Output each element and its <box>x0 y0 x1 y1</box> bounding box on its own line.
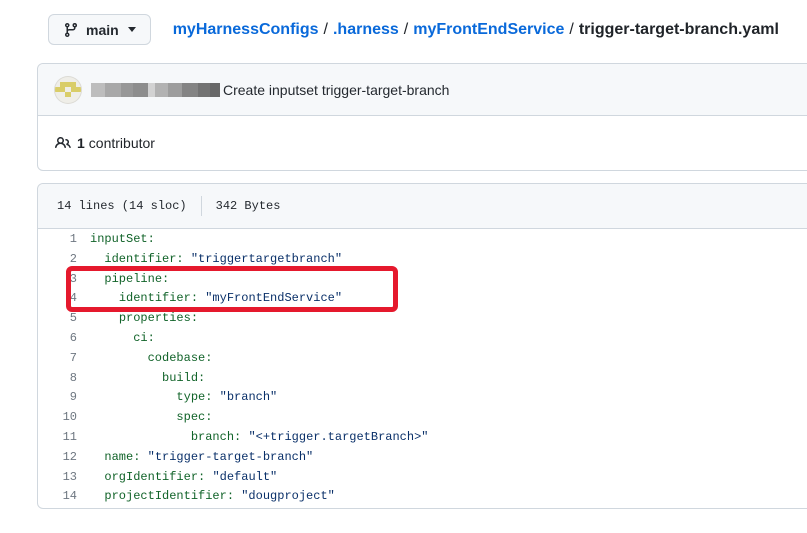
line-number[interactable]: 3 <box>38 270 77 290</box>
branch-selector-button[interactable]: main <box>48 14 151 45</box>
file-size-info: 342 Bytes <box>216 199 281 213</box>
line-number[interactable]: 11 <box>38 428 77 448</box>
code-line-text: name: "trigger-target-branch" <box>77 448 313 468</box>
code-line: 14 projectIdentifier: "dougproject" <box>38 487 807 507</box>
line-number[interactable]: 9 <box>38 388 77 408</box>
contributors-row[interactable]: 1 contributor <box>38 116 807 170</box>
commit-author-avatar[interactable] <box>54 76 82 104</box>
line-number[interactable]: 7 <box>38 349 77 369</box>
code-line: 9 type: "branch" <box>38 388 807 408</box>
line-number[interactable]: 4 <box>38 289 77 309</box>
code-line-text: properties: <box>77 309 198 329</box>
breadcrumb-link-service-folder[interactable]: myFrontEndService <box>413 21 564 39</box>
breadcrumb-separator: / <box>319 21 333 39</box>
commit-author-name-redacted <box>91 83 220 97</box>
code-line-text: spec: <box>77 408 212 428</box>
code-line-text: projectIdentifier: "dougproject" <box>77 487 335 507</box>
code-line-text: pipeline: <box>77 270 169 290</box>
latest-commit-card: Create inputset trigger-target-branch 1 … <box>37 63 807 171</box>
code-line: 2 identifier: "triggertargetbranch" <box>38 250 807 270</box>
code-line-text: identifier: "triggertargetbranch" <box>77 250 342 270</box>
breadcrumb-separator: / <box>399 21 413 39</box>
code-line: 10 spec: <box>38 408 807 428</box>
file-meta-bar: 14 lines (14 sloc) 342 Bytes <box>38 184 807 229</box>
code-line: 1inputSet: <box>38 230 807 250</box>
code-line-text: inputSet: <box>77 230 155 250</box>
meta-divider <box>201 196 202 216</box>
line-number[interactable]: 1 <box>38 230 77 250</box>
code-line-text: build: <box>77 369 205 389</box>
code-block: 1inputSet:2 identifier: "triggertargetbr… <box>38 229 807 507</box>
code-line: 11 branch: "<+trigger.targetBranch>" <box>38 428 807 448</box>
code-line: 8 build: <box>38 369 807 389</box>
line-number[interactable]: 6 <box>38 329 77 349</box>
code-line: 5 properties: <box>38 309 807 329</box>
breadcrumb-current-file: trigger-target-branch.yaml <box>579 21 779 39</box>
code-line-text: ci: <box>77 329 155 349</box>
contributor-count: 1 <box>77 135 85 151</box>
line-number[interactable]: 13 <box>38 468 77 488</box>
code-line: 3 pipeline: <box>38 270 807 290</box>
line-number[interactable]: 2 <box>38 250 77 270</box>
line-number[interactable]: 14 <box>38 487 77 507</box>
breadcrumb-separator: / <box>564 21 578 39</box>
chevron-down-icon <box>128 27 136 32</box>
code-line: 6 ci: <box>38 329 807 349</box>
file-lines-info: 14 lines (14 sloc) <box>57 199 187 213</box>
line-number[interactable]: 5 <box>38 309 77 329</box>
code-line-text: identifier: "myFrontEndService" <box>77 289 342 309</box>
branch-name-label: main <box>86 22 119 38</box>
git-branch-icon <box>63 22 79 38</box>
line-number[interactable]: 10 <box>38 408 77 428</box>
breadcrumb-link-repo[interactable]: myHarnessConfigs <box>173 21 319 39</box>
file-path-bar: main myHarnessConfigs / .harness / myFro… <box>48 14 779 45</box>
line-number[interactable]: 12 <box>38 448 77 468</box>
code-line: 13 orgIdentifier: "default" <box>38 468 807 488</box>
code-line: 7 codebase: <box>38 349 807 369</box>
code-line-text: branch: "<+trigger.targetBranch>" <box>77 428 428 448</box>
code-line-text: orgIdentifier: "default" <box>77 468 277 488</box>
breadcrumb: myHarnessConfigs / .harness / myFrontEnd… <box>173 21 779 39</box>
contributor-label: contributor <box>89 135 155 151</box>
commit-message-link[interactable]: Create inputset trigger-target-branch <box>223 82 449 98</box>
code-line-text: codebase: <box>77 349 212 369</box>
line-number[interactable]: 8 <box>38 369 77 389</box>
file-content-card: 14 lines (14 sloc) 342 Bytes 1inputSet:2… <box>37 183 807 509</box>
latest-commit-header: Create inputset trigger-target-branch <box>38 64 807 116</box>
code-line: 12 name: "trigger-target-branch" <box>38 448 807 468</box>
code-line: 4 identifier: "myFrontEndService" <box>38 289 807 309</box>
breadcrumb-link-harness-folder[interactable]: .harness <box>333 21 399 39</box>
code-line-text: type: "branch" <box>77 388 277 408</box>
people-icon <box>55 135 77 151</box>
